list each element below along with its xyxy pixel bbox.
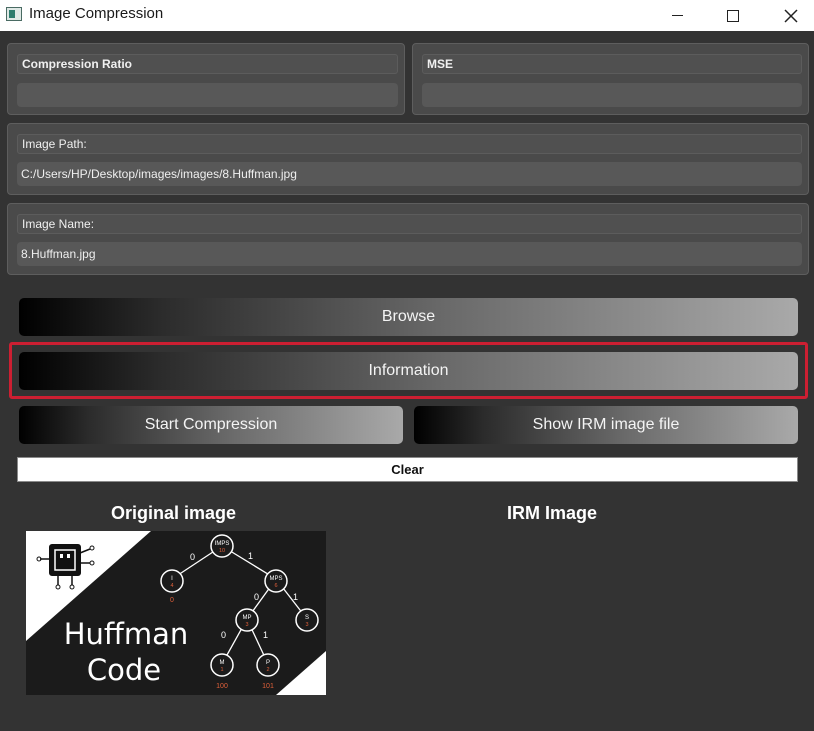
preview-title-line2: Code	[87, 653, 161, 687]
window-title: Image Compression	[29, 5, 164, 22]
image-name-label: Image Name:	[17, 214, 802, 234]
close-button[interactable]	[768, 0, 814, 31]
node-label: IMPS	[215, 541, 230, 547]
browse-button[interactable]: Browse	[19, 298, 798, 336]
node-value: 6	[274, 583, 277, 589]
node-label: MP	[243, 615, 252, 621]
minimize-button[interactable]	[654, 0, 700, 31]
image-path-label: Image Path:	[17, 134, 802, 154]
minimize-icon	[671, 15, 683, 16]
irm-image-title: IRM Image	[507, 503, 598, 523]
compression-ratio-label: Compression Ratio	[17, 54, 398, 74]
node-label: P	[266, 660, 270, 666]
node-value: 1	[220, 667, 223, 673]
node-code: 101	[262, 683, 274, 690]
image-path-field[interactable]: C:/Users/HP/Desktop/images/images/8.Huff…	[17, 162, 802, 186]
information-button[interactable]: Information	[19, 352, 798, 390]
node-code: 0	[170, 597, 174, 604]
mse-group: MSE	[412, 43, 809, 115]
close-icon	[784, 8, 798, 23]
edge-label: 1	[263, 630, 268, 640]
node-value: 4	[170, 583, 173, 589]
edge-label: 0	[190, 552, 195, 562]
image-name-field[interactable]: 8.Huffman.jpg	[17, 242, 802, 266]
image-path-group: Image Path: C:/Users/HP/Desktop/images/i…	[7, 123, 809, 195]
edge-label: 0	[254, 592, 259, 602]
clear-button[interactable]: Clear	[17, 457, 798, 482]
mse-label: MSE	[422, 54, 802, 74]
node-code: 100	[216, 683, 228, 690]
preview-title-line1: Huffman	[64, 617, 189, 651]
node-value: 3	[245, 622, 248, 628]
mse-field[interactable]	[422, 83, 802, 107]
start-compression-button[interactable]: Start Compression	[19, 406, 403, 444]
compression-ratio-group: Compression Ratio	[7, 43, 405, 115]
node-label: MPS	[269, 576, 282, 582]
maximize-icon	[727, 9, 739, 22]
app-icon	[6, 7, 22, 21]
show-irm-button[interactable]: Show IRM image file	[414, 406, 798, 444]
compression-ratio-field[interactable]	[17, 83, 398, 107]
node-value: 10	[219, 548, 225, 554]
node-value: 3	[305, 622, 308, 628]
original-image-title: Original image	[111, 503, 237, 523]
node-value: 2	[266, 667, 269, 673]
original-image-preview: 0 1 0 1 0 1 IMPS I MPS MP S M P 10 4 6 3…	[26, 531, 326, 695]
edge-label: 1	[248, 551, 253, 561]
maximize-button[interactable]	[710, 0, 756, 31]
title-bar: Image Compression	[0, 0, 814, 31]
edge-label: 1	[293, 592, 298, 602]
node-label: S	[305, 615, 309, 621]
node-label: M	[220, 660, 225, 666]
edge-label: 0	[221, 630, 226, 640]
image-name-group: Image Name: 8.Huffman.jpg	[7, 203, 809, 275]
